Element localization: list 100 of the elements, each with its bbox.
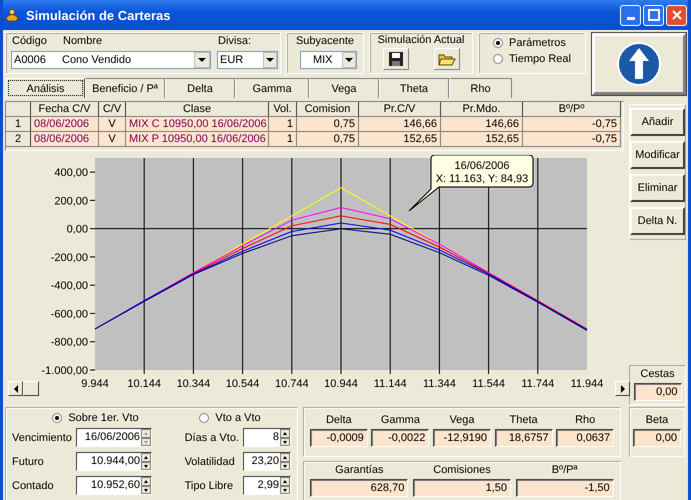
total-label: Garantías [335, 464, 384, 476]
scroll-thumb[interactable] [23, 381, 39, 396]
simulation-label: Simulación Actual [378, 34, 464, 46]
action-button[interactable]: Modificar [630, 141, 685, 169]
spin-field[interactable]: 10.952,60 [76, 476, 152, 495]
baskets-label: Cestas [640, 368, 675, 380]
beta-field[interactable]: 0,00 [633, 429, 681, 447]
greek-label: Theta [510, 414, 538, 426]
total-value-field: 628,70 [310, 479, 408, 497]
column-header[interactable]: Pr.C/V [359, 102, 441, 117]
tab[interactable]: Análisis [6, 78, 85, 98]
expiry-radio[interactable]: Sobre 1er. Vto [52, 412, 139, 424]
table-cell: 152,65 [359, 132, 441, 147]
greek-value-field: -0,0009 [310, 429, 368, 447]
column-header[interactable]: Fecha C/V [31, 102, 99, 117]
currency-dropdown[interactable]: EUR [217, 51, 278, 69]
tab[interactable]: Rho [449, 78, 512, 98]
right-arrow-icon [620, 384, 626, 392]
beta-label: Beta [646, 414, 668, 426]
parameter-label: Futuro [12, 456, 44, 468]
parameter-label: Días a Vto. [184, 432, 239, 444]
currency-label: Divisa: [218, 35, 252, 47]
x-tick-label: 11.544 [472, 378, 506, 390]
y-tick-label: -200,00 [50, 252, 88, 264]
greek-value-field: 18,6757 [494, 429, 553, 447]
spin-field[interactable]: 10.944,00 [76, 452, 152, 471]
x-tick-label: 11.344 [422, 378, 456, 390]
greek-value-field: -0,0022 [371, 429, 430, 447]
annotation: 16/06/2006 X: 11.163, Y: 84,93 [436, 160, 528, 185]
column-header[interactable]: Clase [126, 102, 269, 117]
spin-field[interactable]: 8 [243, 428, 291, 447]
name-label: Nombre [63, 35, 102, 47]
column-header[interactable]: Bº/Pº [523, 102, 621, 117]
action-button[interactable]: Delta N. [630, 207, 685, 235]
y-tick-label: 200,00 [54, 195, 88, 208]
table-cell: 146,66 [359, 117, 441, 132]
caret-icon [266, 58, 274, 62]
left-arrow-icon [12, 384, 18, 392]
greek-value-field: 0,0637 [556, 429, 614, 447]
open-button[interactable] [434, 48, 460, 70]
table-cell: 0,75 [297, 132, 359, 147]
y-tick-label: -1.000,00 [42, 365, 88, 377]
up-arrow-button[interactable] [592, 33, 686, 95]
x-tick-label: 10.944 [324, 378, 358, 390]
table-cell: 146,66 [441, 117, 523, 132]
column-header[interactable]: Vol. [269, 102, 297, 117]
mode-radio[interactable]: Tiempo Real [493, 53, 585, 65]
row-number: 2 [6, 132, 31, 147]
spin-field[interactable]: 23,20 [243, 452, 291, 471]
column-header[interactable]: Comision [297, 102, 359, 117]
save-icon [388, 51, 404, 67]
spin-field[interactable]: 2,99 [243, 476, 291, 495]
save-button[interactable] [382, 48, 408, 70]
mode-radio[interactable]: Parámetros [493, 37, 585, 49]
y-tick-label: -600,00 [50, 308, 88, 320]
table-cell: 0,75 [297, 117, 359, 132]
app-icon [4, 7, 20, 23]
greek-label: Gamma [380, 414, 420, 426]
y-tick-label: -400,00 [50, 280, 88, 292]
close-button[interactable] [666, 4, 687, 26]
caret-icon [198, 58, 206, 62]
action-button[interactable]: Añadir [630, 108, 685, 136]
tab[interactable]: Beneficio / Pª [85, 78, 165, 98]
total-value-field: 1,50 [412, 479, 511, 497]
total-value-field: -1,50 [516, 479, 614, 497]
table-cell: 152,65 [441, 132, 523, 147]
column-header[interactable]: C/V [99, 102, 126, 117]
x-tick-label: 11.944 [570, 378, 604, 390]
tab[interactable]: Theta [379, 78, 449, 98]
x-tick-label: 10.344 [176, 378, 210, 390]
tab[interactable]: Gamma [235, 78, 309, 98]
code-label: Código [12, 35, 47, 47]
underlying-label: Subyacente [296, 35, 354, 47]
maximize-icon [648, 9, 660, 21]
tab[interactable]: Delta [165, 78, 235, 98]
y-tick-label: 0,00 [66, 224, 88, 236]
action-button[interactable]: Eliminar [630, 174, 685, 202]
table-cell: 1 [269, 132, 297, 147]
maximize-button[interactable] [643, 4, 664, 26]
tab[interactable]: Vega [309, 78, 379, 98]
baskets-field[interactable]: 0,00 [634, 383, 682, 401]
table-cell: -0,75 [523, 117, 621, 132]
greek-label: Vega [449, 414, 475, 426]
scroll-left-button[interactable] [8, 381, 23, 396]
column-header[interactable]: Pr.Mdo. [441, 102, 523, 117]
total-label: Bº/Pª [552, 464, 578, 476]
greek-label: Delta [326, 414, 352, 426]
close-icon [670, 9, 682, 21]
portfolio-dropdown[interactable]: A0006 Cono Vendido [11, 51, 211, 69]
parameter-label: Contado [12, 480, 54, 492]
scroll-right-button[interactable] [615, 381, 630, 396]
parameter-label: Vencimiento [12, 432, 72, 444]
minimize-button[interactable] [620, 4, 641, 26]
total-label: Comisiones [433, 464, 491, 476]
x-tick-label: 10.744 [274, 378, 309, 390]
expiry-radio[interactable]: Vto a Vto [199, 412, 261, 424]
table-cell: MIX C 10950,00 16/06/2006 [126, 117, 269, 132]
x-tick-label: 11.744 [521, 378, 554, 390]
minimize-icon [626, 17, 634, 20]
underlying-dropdown[interactable]: MIX [300, 51, 357, 69]
